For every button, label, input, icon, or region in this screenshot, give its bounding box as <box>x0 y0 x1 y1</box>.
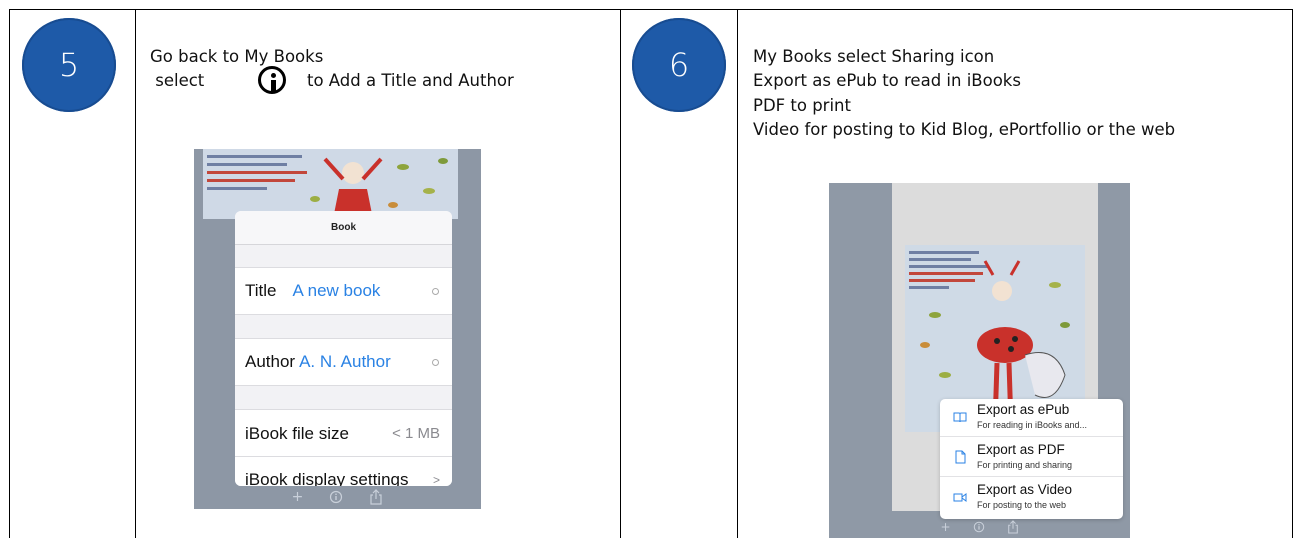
display-settings-row[interactable]: iBook display settings > <box>235 456 452 486</box>
title-value: A new book <box>292 281 381 300</box>
step-number: 6 <box>668 46 690 84</box>
clear-icon <box>432 287 439 295</box>
table-divider <box>620 9 621 538</box>
step-number: 5 <box>58 46 80 84</box>
export-video-item[interactable]: Export as Video For posting to the web <box>940 479 1123 517</box>
title-row[interactable]: Title A new book <box>235 267 452 315</box>
book-info-sheet: Book Title A new book Author A. N. Autho… <box>235 211 452 486</box>
document-icon <box>955 450 966 464</box>
info-icon[interactable] <box>329 490 343 504</box>
author-label: Author <box>245 352 296 371</box>
export-epub-item[interactable]: Export as ePub For reading in iBooks and… <box>940 399 1123 437</box>
bottom-toolbar: + <box>829 516 1130 538</box>
export-video-subtitle: For posting to the web <box>977 500 1067 510</box>
export-pdf-item[interactable]: Export as PDF For printing and sharing <box>940 439 1123 477</box>
video-icon <box>953 493 967 502</box>
file-size-row: iBook file size < 1 MB <box>235 409 452 457</box>
step-number-badge: 5 <box>22 18 116 112</box>
bottom-toolbar: + <box>194 485 481 509</box>
step-5-line-3: to Add a Title and Author <box>307 71 514 90</box>
author-row[interactable]: Author A. N. Author <box>235 338 452 386</box>
info-icon <box>258 66 286 94</box>
share-icon[interactable] <box>369 489 383 505</box>
plus-icon[interactable]: + <box>292 489 304 505</box>
ipad-screenshot-book-settings: Book Title A new book Author A. N. Autho… <box>194 149 481 509</box>
sheet-title: Book <box>235 211 452 245</box>
export-video-title: Export as Video <box>977 482 1073 497</box>
clear-icon <box>432 358 439 366</box>
export-epub-title: Export as ePub <box>977 402 1070 417</box>
step-5-line-2: select <box>150 71 205 90</box>
share-icon[interactable] <box>1007 520 1019 534</box>
step-6-line-1: My Books select Sharing icon <box>753 47 995 66</box>
plus-icon[interactable]: + <box>940 520 950 534</box>
ladybug-illustration <box>203 149 458 219</box>
step-6-line-4: Video for posting to Kid Blog, ePortfoll… <box>753 120 1176 139</box>
step-6-line-2: Export as ePub to read in iBooks <box>753 71 1021 90</box>
book-page-preview <box>203 149 458 219</box>
table-divider <box>135 9 136 538</box>
export-pdf-title: Export as PDF <box>977 442 1065 457</box>
export-menu: Export as ePub For reading in iBooks and… <box>940 399 1123 519</box>
file-size-label: iBook file size <box>245 423 349 443</box>
display-settings-label: iBook display settings <box>245 470 409 486</box>
table-divider <box>1292 9 1293 538</box>
step-5-line-1: Go back to My Books <box>150 47 324 66</box>
table-divider <box>737 9 738 538</box>
ipad-screenshot-export-menu: Export as ePub For reading in iBooks and… <box>829 183 1130 538</box>
export-epub-subtitle: For reading in iBooks and... <box>977 420 1088 430</box>
step-6-line-3: PDF to print <box>753 96 851 115</box>
book-icon <box>953 412 967 423</box>
file-size-value: < 1 MB <box>392 425 440 442</box>
info-icon[interactable] <box>973 521 985 533</box>
title-label: Title <box>245 281 277 300</box>
export-pdf-subtitle: For printing and sharing <box>977 460 1073 470</box>
author-value: A. N. Author <box>299 352 391 371</box>
step-number-badge: 6 <box>632 18 726 112</box>
